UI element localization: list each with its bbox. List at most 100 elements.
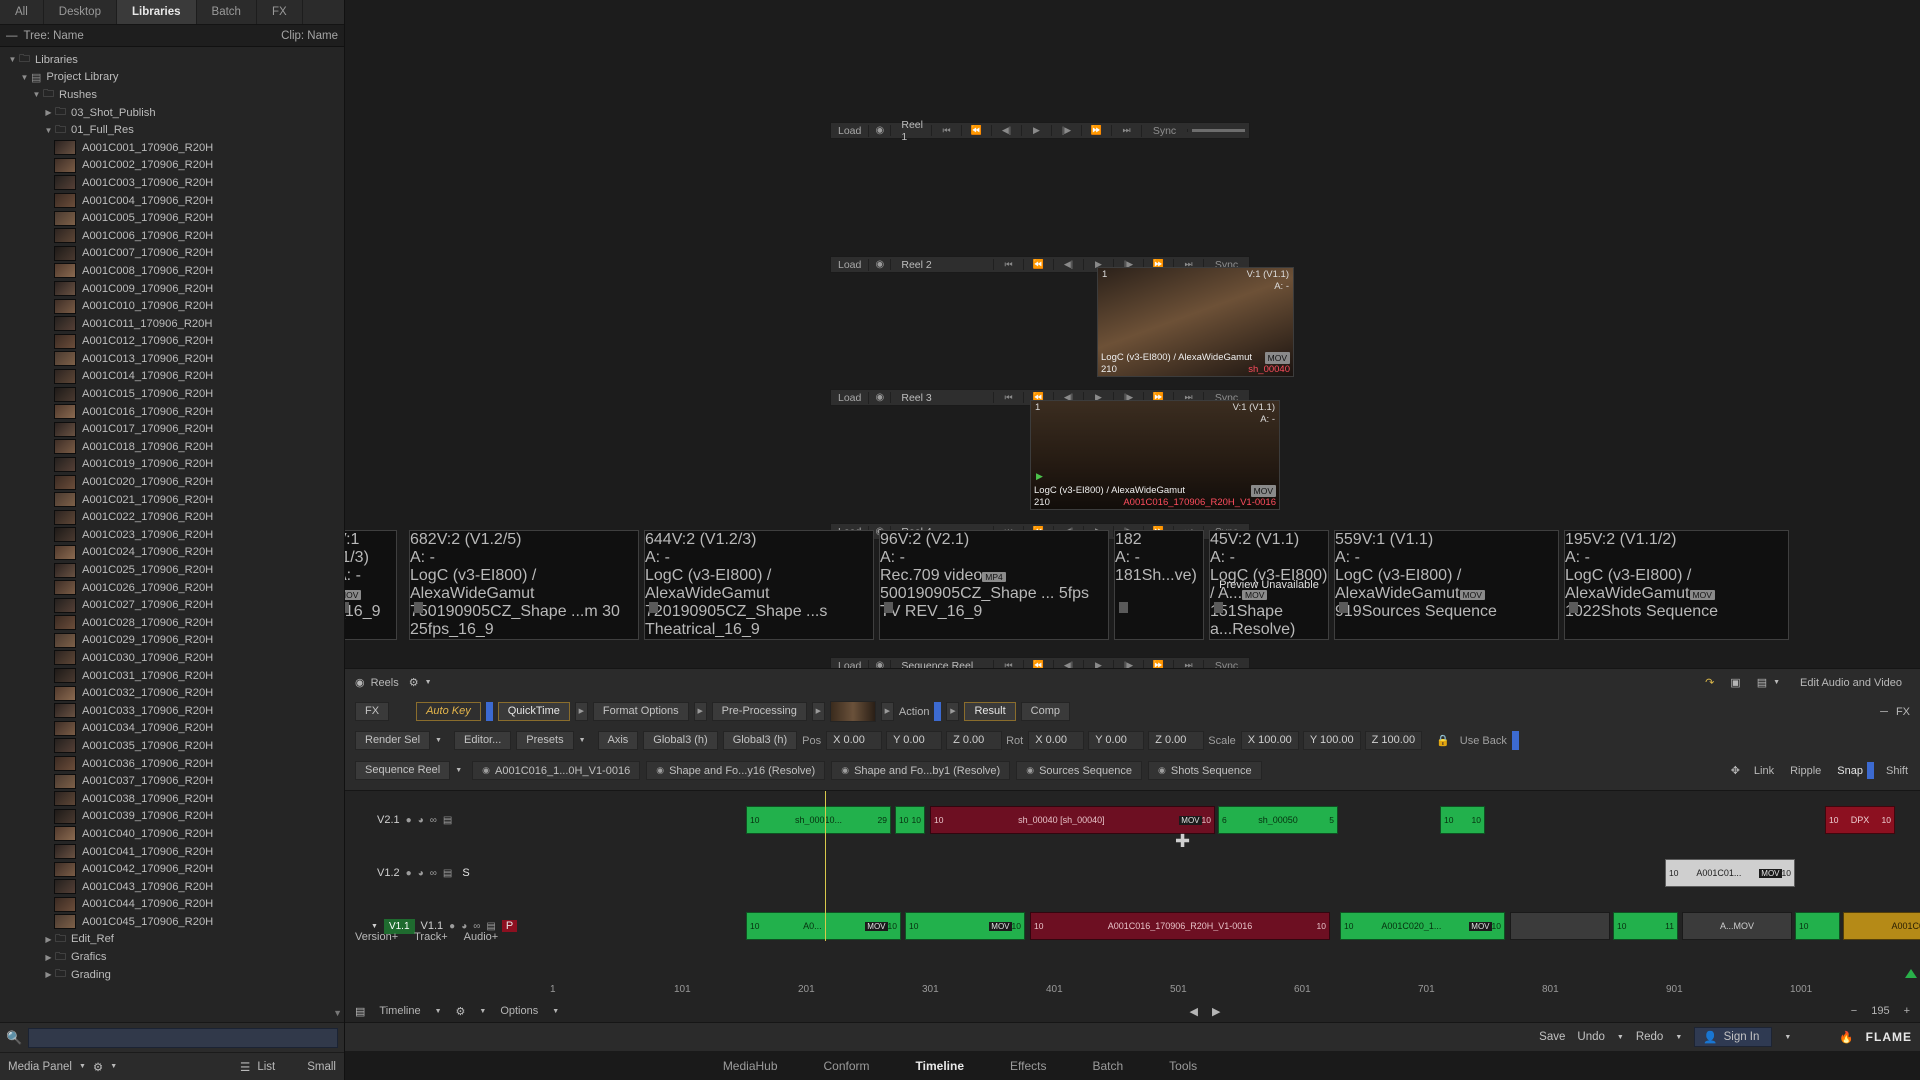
reel-bar-1[interactable]: Load ◉ Reel 1 ⏮ ⏪ ◀| ▶ |▶ ⏩ ⏭ Sync — [830, 119, 1250, 143]
tree-clip-item[interactable]: A001C041_170906_R20H — [0, 843, 344, 861]
strip-clip-card[interactable]: 644V:2 (V1.2/3) A: - LogC (v3-EI800) / Ale… — [644, 530, 874, 640]
tree-folder-item[interactable]: ▼ 🗀 Libraries — [0, 51, 344, 69]
list-view-icon[interactable]: ☰ — [240, 1060, 250, 1074]
tree-clip-item[interactable]: A001C007_170906_R20H — [0, 245, 344, 263]
chevron-right-icon[interactable]: ▶ — [42, 970, 55, 979]
track-audio-icon[interactable]: ◕ — [461, 921, 467, 932]
tree-clip-item[interactable]: A001C044_170906_R20H — [0, 896, 344, 914]
tree-clip-item[interactable]: A001C023_170906_R20H — [0, 526, 344, 544]
track-lock-icon[interactable]: ● — [406, 815, 412, 826]
tree-clip-item[interactable]: A001C036_170906_R20H — [0, 755, 344, 773]
tree-clip-item[interactable]: A001C022_170906_R20H — [0, 508, 344, 526]
ripple-label[interactable]: Ripple — [1790, 765, 1821, 777]
reels-icon[interactable]: ◉ — [355, 676, 365, 689]
tree-clip-item[interactable]: A001C016_170906_R20H — [0, 403, 344, 421]
rot-z-field[interactable]: Z 0.00 — [1148, 731, 1205, 750]
tree-clip-item[interactable]: A001C019_170906_R20H — [0, 456, 344, 474]
tree-clip-item[interactable]: A001C040_170906_R20H — [0, 825, 344, 843]
tree-clip-item[interactable]: A001C032_170906_R20H — [0, 684, 344, 702]
tree-clip-item[interactable]: A001C038_170906_R20H — [0, 790, 344, 808]
link-label[interactable]: Link — [1754, 765, 1774, 777]
timeline-ruler[interactable]: 1 101 201 301 401 501 601 701 801 901 1001 — [345, 984, 1920, 1000]
undo-button[interactable]: Undo — [1577, 1031, 1605, 1043]
track-badge[interactable]: S — [458, 867, 473, 879]
gear-icon[interactable]: ⚙ — [409, 676, 419, 689]
tree-clip-item[interactable]: A001C015_170906_R20H — [0, 385, 344, 403]
lock-icon[interactable]: 🔒 — [1436, 734, 1450, 747]
sign-in-button[interactable]: 👤 Sign In — [1694, 1027, 1773, 1047]
chevron-down-icon[interactable]: ▼ — [1784, 1034, 1791, 1041]
reel-sync-label[interactable]: Sync — [1141, 124, 1187, 137]
reel-slider[interactable] — [1187, 129, 1249, 132]
redo-button[interactable]: Redo — [1636, 1031, 1664, 1043]
rot-y-field[interactable]: Y 0.00 — [1088, 731, 1145, 750]
sequence-tab[interactable]: ◉ Shape and Fo...by1 (Resolve) — [831, 761, 1011, 780]
strip-clip-card[interactable]: 195V:2 (V1.1/2) A: - LogC (v3-EI800) / Ale… — [1564, 530, 1789, 640]
track-fx-icon[interactable]: ▤ — [443, 815, 452, 826]
chevron-down-icon[interactable]: ▼ — [552, 1008, 559, 1015]
track-header[interactable]: V2.1 ● ◕ ∞ ▤ — [345, 803, 550, 837]
save-button[interactable]: Save — [1539, 1031, 1565, 1043]
chevron-right-icon[interactable]: ▶ — [42, 108, 55, 117]
use-back-label[interactable]: Use Back — [1460, 735, 1507, 747]
chevron-down-icon[interactable]: ▼ — [1675, 1034, 1682, 1041]
chevron-down-icon[interactable]: ▼ — [579, 737, 586, 744]
timeline-clip[interactable]: 6 sh_00050 5 — [1218, 806, 1338, 834]
track-header[interactable]: V1.2 ● ◕ ∞ ▤ S — [345, 856, 550, 890]
options-button[interactable]: Options — [500, 1005, 538, 1017]
minimize-icon[interactable]: ─ — [1880, 706, 1888, 718]
render-sel-button[interactable]: Render Sel — [355, 731, 431, 750]
chevron-right-icon[interactable]: ▶ — [811, 702, 825, 721]
chevron-down-icon[interactable]: ▼ — [371, 923, 378, 930]
zoom-in-icon[interactable]: + — [1904, 1005, 1910, 1017]
shift-label[interactable]: Shift — [1886, 765, 1908, 777]
scale-z-field[interactable]: Z 100.00 — [1364, 731, 1423, 750]
sequence-tab[interactable]: ◉ A001C016_1...0H_V1-0016 — [472, 761, 641, 780]
edit-audio-video-label[interactable]: Edit Audio and Video — [1800, 677, 1902, 689]
tree-clip-item[interactable]: A001C035_170906_R20H — [0, 737, 344, 755]
pos-x-field[interactable]: X 0.00 — [826, 731, 883, 750]
reel-icon[interactable]: ◉ — [869, 125, 892, 136]
sequence-tab[interactable]: ◉ Shape and Fo...y16 (Resolve) — [646, 761, 826, 780]
track-link-icon[interactable]: ∞ — [473, 921, 480, 932]
reel-first-frame-icon[interactable]: ⏮ — [931, 125, 961, 136]
chevron-right-icon[interactable]: ▶ — [946, 702, 960, 721]
reel-step-back-icon[interactable]: ◀| — [1053, 259, 1083, 270]
search-input[interactable] — [28, 1027, 338, 1048]
tab-all[interactable]: All — [0, 0, 44, 24]
strip-clip-card[interactable]: 182 A: -181Sh...ve) — [1114, 530, 1204, 640]
scale-y-field[interactable]: Y 100.00 — [1302, 731, 1361, 750]
reel-load-button[interactable]: Load — [831, 124, 870, 137]
chevron-down-icon[interactable]: ▼ — [1773, 679, 1780, 686]
chevron-down-icon[interactable]: ▼ — [6, 55, 19, 64]
chevron-right-icon[interactable]: ▶ — [42, 953, 55, 962]
tree-clip-item[interactable]: A001C027_170906_R20H — [0, 596, 344, 614]
tree-clip-item[interactable]: A001C017_170906_R20H — [0, 420, 344, 438]
timeline-clip[interactable]: 10 10 — [1440, 806, 1485, 834]
tree-clip-item[interactable]: A001C010_170906_R20H — [0, 297, 344, 315]
reel-icon[interactable]: ◉ — [869, 259, 892, 270]
camera-icon[interactable]: ▣ — [1730, 676, 1740, 689]
chevron-down-icon[interactable]: ▼ — [435, 737, 442, 744]
timeline-clip[interactable]: 10 sh_00010... 29 — [746, 806, 891, 834]
tree-clip-item[interactable]: A001C013_170906_R20H — [0, 350, 344, 368]
track-lock-icon[interactable]: ● — [449, 921, 455, 932]
global-select-2[interactable]: Global3 (h) — [722, 731, 798, 750]
reel-load-button[interactable]: Load — [831, 391, 870, 404]
tree-scroll-indicator[interactable]: ▼ — [333, 1008, 342, 1018]
tree-clip-item[interactable]: A001C045_170906_R20H — [0, 913, 344, 931]
timeline-marker[interactable] — [1905, 969, 1917, 978]
audio-add-button[interactable]: Audio+ — [464, 931, 499, 943]
tree-clip-item[interactable]: A001C018_170906_R20H — [0, 438, 344, 456]
chevron-down-icon[interactable]: ▼ — [435, 1008, 442, 1015]
reel-icon[interactable]: ◉ — [869, 392, 892, 403]
zoom-value[interactable]: 195 — [1871, 1005, 1889, 1017]
chevron-down-icon[interactable]: ▼ — [18, 73, 31, 82]
clip-preview-thumb[interactable] — [829, 701, 876, 722]
tab-desktop[interactable]: Desktop — [44, 0, 117, 24]
main-tab-mediahub[interactable]: MediaHub — [723, 1059, 778, 1073]
track-add-button[interactable]: Track+ — [414, 931, 448, 943]
reel-clip-card[interactable]: 1 V:1 (V1.1) A: - ▶ LogC (v3-EI800) / AlexaW… — [1030, 400, 1280, 510]
gear-icon[interactable]: ⚙ — [93, 1060, 103, 1074]
pos-z-field[interactable]: Z 0.00 — [946, 731, 1003, 750]
